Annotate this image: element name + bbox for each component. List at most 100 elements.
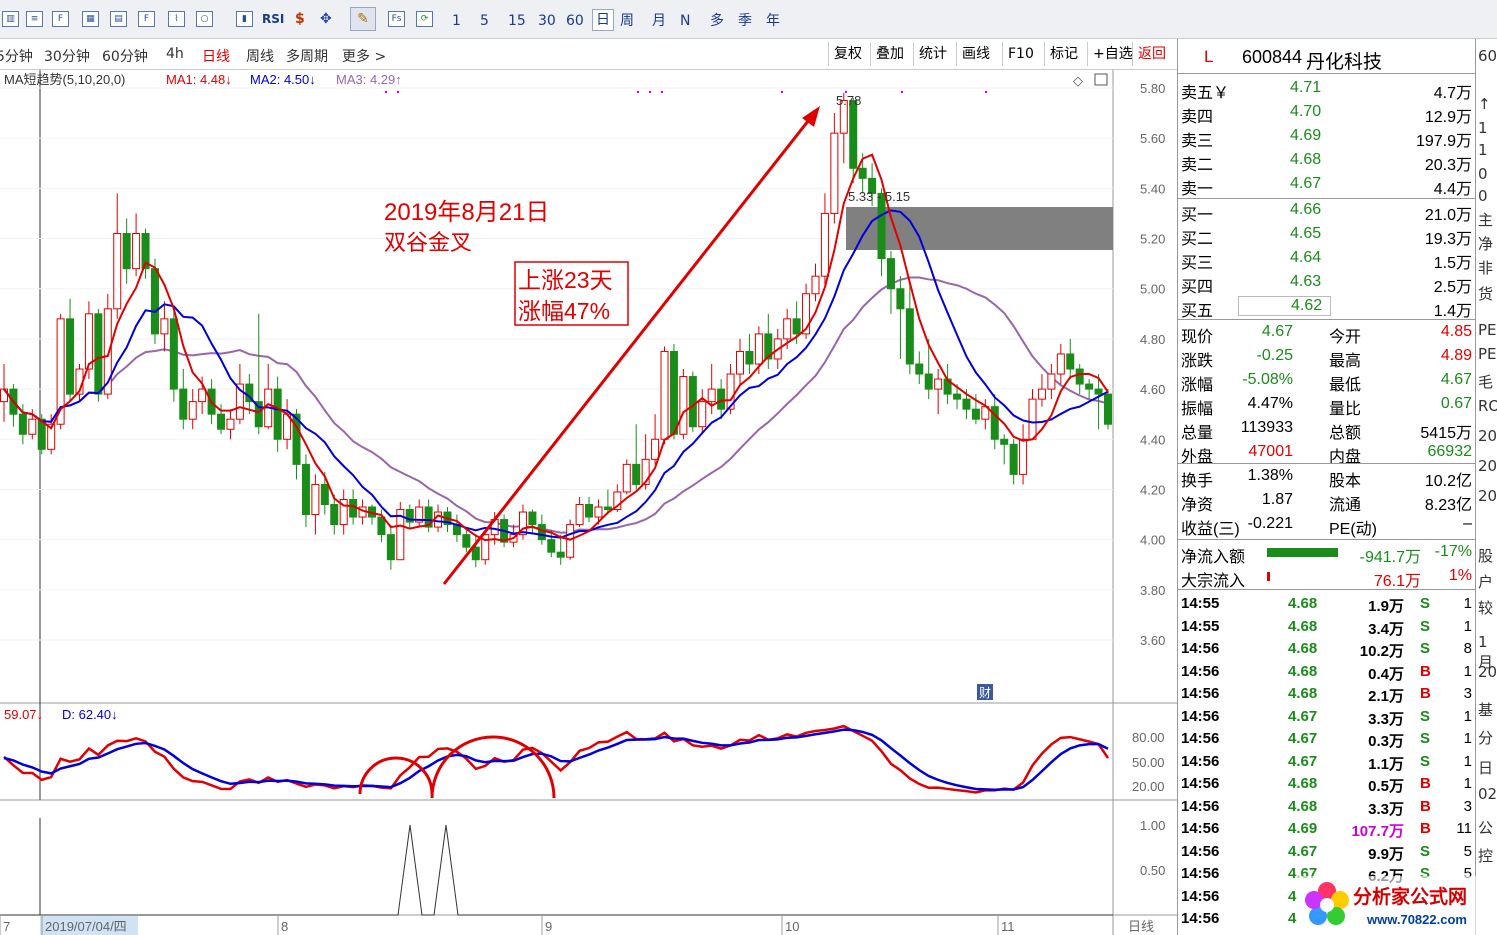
period-10[interactable]: 季 <box>738 11 752 31</box>
toolbar-button-2[interactable]: 统计 <box>913 42 952 66</box>
high-label: 5.78 <box>836 93 861 108</box>
stat-label: 最低 <box>1329 377 1362 394</box>
f12-icon[interactable]: F <box>138 11 155 27</box>
bids-volume: 21.0万 <box>1424 207 1472 224</box>
toolbar-button-3[interactable]: 画线 <box>956 42 995 66</box>
toolbar-button-1[interactable]: 叠加 <box>870 42 909 66</box>
period-tab-1[interactable]: 30分钟 <box>44 46 90 66</box>
money-icon[interactable]: $ <box>295 9 305 29</box>
edge-label: 20 <box>1478 663 1497 681</box>
period-tab-5[interactable]: 周线 <box>246 46 274 66</box>
bids-price: 4.62 <box>1238 296 1332 316</box>
period-11[interactable]: 年 <box>766 11 780 31</box>
period-tab-3[interactable]: 4h <box>166 46 184 62</box>
period-8[interactable]: N <box>680 11 690 31</box>
rsi-icon[interactable]: RSI <box>262 9 284 29</box>
edge-label: 日 <box>1478 759 1494 777</box>
period-3[interactable]: 30 <box>538 11 556 31</box>
edge-label: 0 <box>1478 187 1488 205</box>
edge-label: PE <box>1478 321 1497 339</box>
stat-label: 股本 <box>1329 473 1362 490</box>
tick-row: 14:56 4.69 107.7万 B 11 <box>1178 818 1476 841</box>
tick-time: 14:56 <box>1181 640 1220 657</box>
flow-pct: 1% <box>1448 567 1472 584</box>
circle-icon[interactable]: ○ <box>196 11 213 27</box>
tick-time: 14:56 <box>1181 910 1220 927</box>
tick-time: 14:56 <box>1181 707 1220 725</box>
main-toolbar: ▥ ≡ F ▦ ▤ F ⌇ ○ ▮ RSI $ ✥ ✎ Fs ⟳ 1 5 15 30 6… <box>0 0 1497 39</box>
period-5[interactable]: 日 <box>592 9 614 31</box>
edge-label: 0 <box>1478 165 1488 183</box>
kline-chart[interactable]: 5.80 5.60 5.40 5.20 5.00 4.80 4.60 4.40 4.20 4.00… <box>0 70 1177 935</box>
edge-label: 20 <box>1478 427 1497 445</box>
period-tab-4[interactable]: 日线 <box>202 46 230 66</box>
bids-row: 买四 4.63 2.5万 <box>1178 271 1476 296</box>
period-tab-7[interactable]: 更多 > <box>342 46 386 66</box>
stat-label: 流通 <box>1329 497 1362 514</box>
period-7[interactable]: 月 <box>652 11 666 31</box>
period-6[interactable]: 周 <box>620 11 634 31</box>
tick-row: 14:55 4.68 3.4万 S 1 <box>1178 616 1476 639</box>
period-tab-2[interactable]: 60分钟 <box>102 46 148 66</box>
stat-value: 5415万 <box>1420 425 1472 442</box>
f10-icon[interactable]: F <box>52 11 69 27</box>
stat-value: -5.08% <box>1242 371 1293 388</box>
period-selector: 1 5 15 30 60 日周月 N 多季年 <box>440 0 800 38</box>
tick-count: 8 <box>1463 640 1472 657</box>
fs-icon[interactable]: Fs <box>388 11 405 27</box>
tick-count: 1 <box>1463 662 1472 680</box>
finance-icon[interactable]: ▤ <box>110 11 127 27</box>
bids-price: 4.66 <box>1290 201 1322 218</box>
pen-icon[interactable]: ✎ <box>350 7 376 31</box>
price-tick: 4.60 <box>1140 382 1165 397</box>
toolbar-button-4[interactable]: F10 <box>1002 42 1039 66</box>
kd-tick: 50.00 <box>1132 755 1165 770</box>
toolbar-button-5[interactable]: 标记 <box>1044 42 1083 66</box>
flow-label: 净流入额 <box>1181 549 1246 566</box>
edge-label: 分 <box>1478 729 1494 747</box>
candle <box>669 343 678 440</box>
edge-label: 60 <box>1478 47 1497 65</box>
move-icon[interactable]: ✥ <box>320 9 332 29</box>
period-0[interactable]: 1 <box>452 11 461 31</box>
tick-count: 11 <box>1456 820 1472 837</box>
tick-time: 14:56 <box>1181 797 1220 815</box>
toolbar-button-7[interactable]: 返回 <box>1132 42 1171 66</box>
tick-count: 1 <box>1463 707 1472 725</box>
stat-label: 振幅 <box>1181 401 1214 418</box>
tick-side: S <box>1420 752 1431 770</box>
ma2-value: MA2: 4.50↓ <box>250 72 316 87</box>
toolbar-button-6[interactable]: +自选 <box>1087 42 1138 66</box>
bar-icon[interactable]: ▮ <box>236 11 253 27</box>
tick-volume: 9.9万 <box>1368 845 1404 863</box>
period-1[interactable]: 5 <box>480 11 489 31</box>
tick-time: 14:55 <box>1181 617 1220 635</box>
kd-tick: 20.00 <box>1132 779 1165 794</box>
diamond-icon[interactable]: ◇ <box>1073 74 1083 89</box>
stat-value: 0.67 <box>1440 395 1472 412</box>
refresh-icon[interactable]: ⟳ <box>416 11 433 27</box>
table-icon[interactable]: ▦ <box>82 11 99 27</box>
quote-panel: L 600844 丹化科技 卖五￥ 4.71 4.7万 卖四 4.70 12.9万 卖三 4.… <box>1177 39 1476 935</box>
tick-time: 14:56 <box>1181 865 1220 882</box>
chart-icon[interactable]: ▥ <box>2 11 19 27</box>
bids-price: 4.64 <box>1290 249 1322 266</box>
x-tick: 2019/07/04/四 <box>45 919 127 934</box>
asks-volume: 4.7万 <box>1433 85 1472 102</box>
stat-label: 涨幅 <box>1181 377 1214 394</box>
tick-price: 4.68 <box>1288 775 1318 792</box>
kline-icon[interactable]: ⌇ <box>168 11 185 27</box>
period-tab-0[interactable]: 5分钟 <box>0 46 33 66</box>
toolbar-button-0[interactable]: 复权 <box>828 42 867 66</box>
period-4[interactable]: 60 <box>566 11 584 31</box>
tick-time: 14:56 <box>1181 685 1220 702</box>
tick-volume: 10.2万 <box>1359 643 1404 660</box>
period-tab-6[interactable]: 多周期 <box>286 46 328 66</box>
list-icon[interactable]: ≡ <box>26 11 43 27</box>
asks-label: 卖二 <box>1181 157 1214 174</box>
period-2[interactable]: 15 <box>508 11 526 31</box>
candle <box>94 308 103 402</box>
tick-side: B <box>1420 685 1431 702</box>
bids-volume: 1.4万 <box>1433 303 1472 320</box>
period-9[interactable]: 多 <box>710 11 724 31</box>
